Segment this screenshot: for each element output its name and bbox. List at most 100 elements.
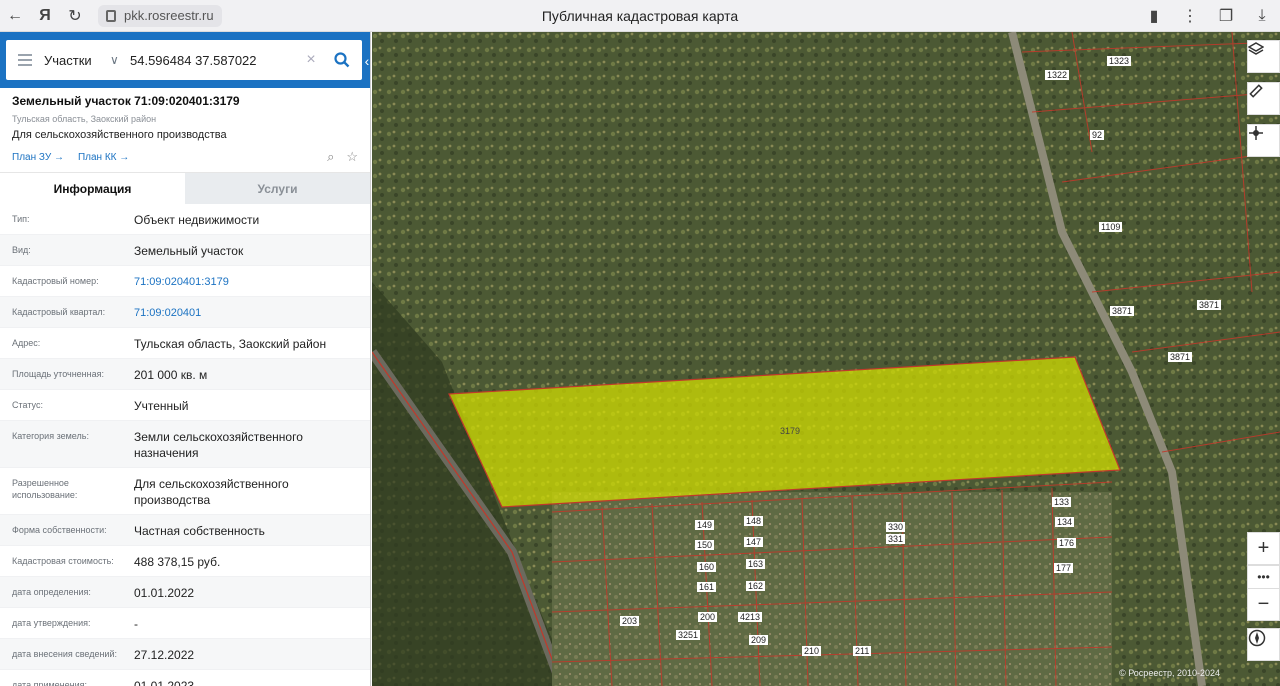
row-label: Тип: xyxy=(12,214,30,224)
search-box: Участки ∨ × xyxy=(6,40,362,80)
row-value: 488 378,15 руб. xyxy=(134,555,221,569)
download-icon[interactable]: ⤓ xyxy=(1244,1,1280,31)
search-icon xyxy=(334,52,350,68)
row-label: дата применения: xyxy=(12,680,88,686)
back-button[interactable]: ← xyxy=(0,1,30,31)
minus-icon: − xyxy=(1257,593,1270,615)
info-row: Тип: Объект недвижимости xyxy=(0,204,370,235)
more-zoom-button[interactable]: ••• xyxy=(1247,565,1280,589)
info-row: Категория земель: Земли сельскохозяйствен… xyxy=(0,421,370,468)
row-label: Вид: xyxy=(12,245,31,255)
plot-label: 161 xyxy=(697,582,717,592)
bookmark-icon[interactable]: ▮ xyxy=(1136,1,1172,31)
row-label: Адрес: xyxy=(12,338,41,348)
row-value: Земли сельскохозяйственного назначения xyxy=(134,430,303,460)
row-value: 27.12.2022 xyxy=(134,648,195,662)
plot-label: 177 xyxy=(1054,563,1074,573)
info-row: Вид: Земельный участок xyxy=(0,235,370,266)
plot-label: 331 xyxy=(886,534,906,544)
row-label: Категория земель: xyxy=(12,431,89,441)
row-value: Частная собственность xyxy=(134,524,265,538)
row-label: дата внесения сведений: xyxy=(12,649,117,659)
zoom-in-button[interactable]: + xyxy=(1247,532,1280,565)
plot-label: 1109 xyxy=(1099,222,1123,232)
tab-bar: Информация Услуги xyxy=(0,172,370,204)
row-label: Статус: xyxy=(12,400,43,410)
plot-label: 150 xyxy=(695,540,715,550)
info-row: Площадь уточненная: 201 000 кв. м xyxy=(0,359,370,390)
url-text: pkk.rosreestr.ru xyxy=(124,8,214,23)
reload-button[interactable]: ↻ xyxy=(60,1,90,31)
row-label: Форма собственности: xyxy=(12,525,107,535)
row-value: 01.01.2023 xyxy=(134,679,195,686)
search-band: Участки ∨ × ‹ xyxy=(0,32,370,88)
info-row: Кадастровый квартал: 71:09:020401 xyxy=(0,297,370,328)
plot-label: 209 xyxy=(749,635,769,645)
info-row: дата утверждения: - xyxy=(0,608,370,639)
row-value: 201 000 кв. м xyxy=(134,368,208,382)
search-button[interactable] xyxy=(322,52,362,68)
search-type-select[interactable]: Участки xyxy=(44,53,110,68)
plot-label: 147 xyxy=(744,537,764,547)
plot-label: 163 xyxy=(746,559,766,569)
plot-label: 203 xyxy=(620,616,640,626)
compass-button[interactable] xyxy=(1247,628,1280,661)
cadastral-quarter-link[interactable]: 71:09:020401 xyxy=(134,305,370,321)
chevron-down-icon[interactable]: ∨ xyxy=(110,53,130,67)
plot-label: 160 xyxy=(697,562,717,572)
object-title: Земельный участок 71:09:020401:3179 xyxy=(12,94,240,108)
plan-zu-link[interactable]: План ЗУ → xyxy=(12,152,64,163)
info-table: Тип: Объект недвижимости Вид: Земельный уч… xyxy=(0,204,370,686)
plot-label: 1323 xyxy=(1107,56,1132,66)
object-region: Тульская область, Заокский район xyxy=(12,114,157,124)
address-bar[interactable]: pkk.rosreestr.ru xyxy=(98,4,222,27)
parcel-label: 3179 xyxy=(780,426,801,436)
zoom-to-object-icon[interactable]: ⌕ xyxy=(327,149,334,165)
ruler-icon xyxy=(1249,84,1263,98)
cadastral-number-link[interactable]: 71:09:020401:3179 xyxy=(134,274,370,290)
ruler-button[interactable] xyxy=(1247,82,1280,115)
info-row: Кадастровый номер: 71:09:020401:3179 xyxy=(0,266,370,297)
plot-label: 149 xyxy=(695,520,715,530)
dots-icon: ••• xyxy=(1257,570,1270,584)
row-label: Кадастровый номер: xyxy=(12,276,99,286)
row-label: дата определения: xyxy=(12,587,91,597)
cadastral-map[interactable]: 3179 1322 1323 92 1109 3871 3871 3871 13… xyxy=(372,32,1280,686)
tab-services[interactable]: Услуги xyxy=(185,173,370,204)
plot-label: 176 xyxy=(1057,538,1077,548)
collapse-panel-button[interactable]: ‹ xyxy=(360,48,370,74)
plan-kk-link[interactable]: План КК → xyxy=(78,152,129,163)
plot-label: 3251 xyxy=(676,630,701,640)
more-menu-icon[interactable]: ⋮ xyxy=(1172,1,1208,31)
row-label: Площадь уточненная: xyxy=(12,369,104,379)
star-icon[interactable]: ☆ xyxy=(346,149,358,165)
info-row: Форма собственности: Частная собственност… xyxy=(0,515,370,546)
plot-label: 3871 xyxy=(1110,306,1135,316)
plot-label: 211 xyxy=(853,646,872,656)
row-value: Земельный участок xyxy=(134,244,244,258)
layers-button[interactable] xyxy=(1247,40,1280,73)
info-row: дата внесения сведений: 27.12.2022 xyxy=(0,639,370,670)
plot-label: 3871 xyxy=(1197,300,1222,310)
map-attribution: © Росреестр, 2010-2024 xyxy=(1119,668,1220,678)
info-panel: Участки ∨ × ‹ Земельный участок 71:09:02… xyxy=(0,32,371,686)
plot-label: 1322 xyxy=(1045,70,1070,80)
row-value: Для сельскохозяйственного производства xyxy=(134,477,289,507)
zoom-out-button[interactable]: − xyxy=(1247,588,1280,621)
locate-button[interactable] xyxy=(1247,124,1280,157)
menu-icon[interactable] xyxy=(6,54,44,66)
plot-label: 162 xyxy=(746,581,766,591)
browser-toolbar: ← Я ↻ pkk.rosreestr.ru Публичная кадастр… xyxy=(0,0,1280,32)
tabs-icon[interactable]: ❐ xyxy=(1208,1,1244,31)
info-row: дата применения: 01.01.2023 xyxy=(0,670,370,686)
yandex-icon[interactable]: Я xyxy=(30,1,60,31)
plot-label: 4213 xyxy=(738,612,763,622)
object-purpose: Для сельскохозяйственного производства xyxy=(12,129,227,141)
plot-label: 92 xyxy=(1090,130,1105,140)
clear-icon[interactable]: × xyxy=(300,51,322,69)
plot-label: 330 xyxy=(886,522,906,532)
row-label: Разрешенное использование: xyxy=(12,478,78,500)
row-value: Тульская область, Заокский район xyxy=(134,337,327,351)
tab-information[interactable]: Информация xyxy=(0,173,185,204)
search-input[interactable] xyxy=(130,52,300,68)
